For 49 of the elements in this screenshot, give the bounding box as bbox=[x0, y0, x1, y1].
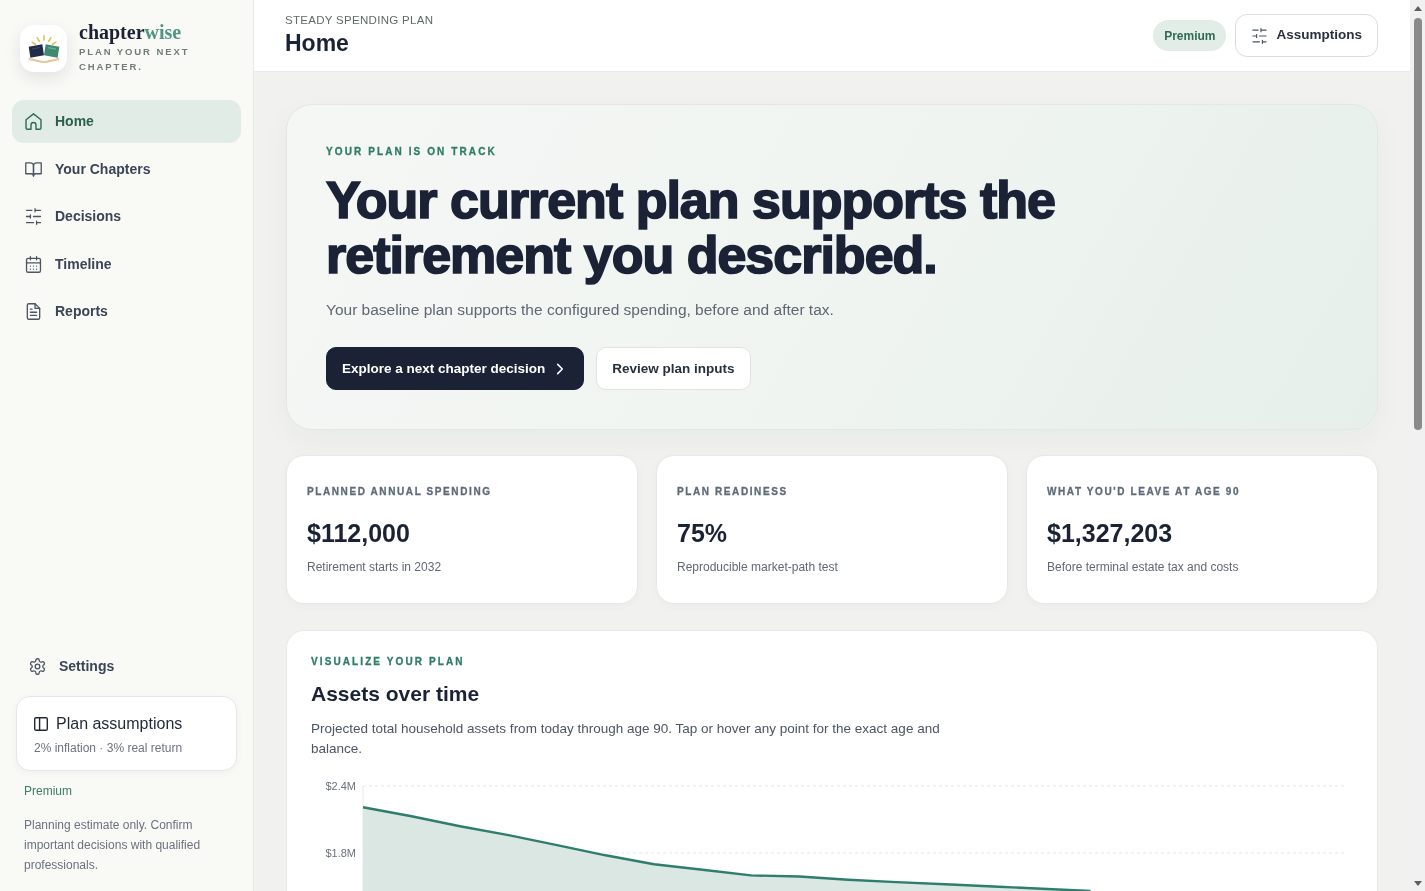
hero-text: Your baseline plan supports the configured spending, before and after tax. bbox=[326, 300, 834, 320]
calendar-icon bbox=[25, 255, 42, 273]
disclaimer-text: Planning estimate only. Confirm important decisions with qualified professionals. bbox=[24, 817, 202, 874]
stat-value: $1,327,203 bbox=[1047, 518, 1173, 549]
plan-assumptions-card[interactable]: Plan assumptions 2% inflation · 3% real return bbox=[16, 696, 237, 771]
premium-badge: Premium bbox=[1153, 20, 1227, 51]
hero-headline: Your current plan supports the retirement you described. bbox=[326, 173, 1056, 283]
stat-label: PLAN READINESS bbox=[677, 485, 788, 499]
page-title: Home bbox=[285, 29, 349, 58]
columns-icon bbox=[34, 717, 48, 731]
axis-label: $2.4M bbox=[325, 780, 356, 792]
scroll-up-icon[interactable] bbox=[1413, 6, 1422, 11]
stat-label: WHAT YOU'D LEAVE AT AGE 90 bbox=[1047, 485, 1241, 499]
card-title: Plan assumptions bbox=[56, 714, 183, 734]
document-icon bbox=[25, 303, 42, 320]
nav-link[interactable]: Your Chapters bbox=[12, 147, 241, 191]
settings-icon bbox=[29, 657, 46, 675]
nav-link[interactable]: Home bbox=[12, 100, 241, 143]
axis-label: $1.8M bbox=[325, 847, 356, 859]
book-icon bbox=[25, 160, 42, 178]
chevron-right-icon bbox=[556, 362, 565, 375]
stat-note: Retirement starts in 2032 bbox=[307, 559, 442, 576]
nav-link[interactable]: Timeline bbox=[12, 242, 241, 286]
scrollbar-thumb[interactable] bbox=[1413, 18, 1422, 430]
nav-link[interactable]: Decisions bbox=[12, 195, 241, 238]
sliders-icon bbox=[1252, 27, 1268, 44]
nav-link[interactable]: Settings bbox=[16, 646, 237, 686]
brand-name: chapterwise bbox=[79, 21, 182, 43]
page-eyebrow: STEADY SPENDING PLAN bbox=[285, 13, 434, 28]
chart-description: Projected total household assets from today through age 90. Tap or hover any point for the exact age and balance. bbox=[311, 720, 941, 758]
stat-note: Before terminal estate tax and costs bbox=[1047, 559, 1239, 576]
nav-link[interactable]: Reports bbox=[12, 290, 241, 333]
stat-value: 75% bbox=[677, 518, 728, 549]
assumptions-button[interactable]: Assumptions bbox=[1235, 14, 1378, 57]
sliders-icon bbox=[25, 208, 42, 225]
card-subtitle: 2% inflation · 3% real return bbox=[34, 740, 183, 756]
scroll-down-icon[interactable] bbox=[1413, 881, 1422, 886]
chart-eyebrow: VISUALIZE YOUR PLAN bbox=[311, 655, 465, 669]
stat-label: PLANNED ANNUAL SPENDING bbox=[307, 485, 492, 499]
hero-eyebrow: YOUR PLAN IS ON TRACK bbox=[326, 145, 497, 159]
plan-tier-label: Premium bbox=[24, 783, 72, 799]
primary-action-button[interactable]: Explore a next chapter decision bbox=[326, 347, 585, 390]
stat-note: Reproducible market-path test bbox=[677, 559, 838, 576]
home-icon bbox=[25, 113, 42, 130]
chart-title: Assets over time bbox=[311, 681, 480, 707]
logo-icon bbox=[20, 25, 67, 72]
stat-value: $112,000 bbox=[307, 518, 410, 549]
secondary-action-button[interactable]: Review plan inputs bbox=[596, 347, 751, 390]
brand-tagline: PLAN YOUR NEXT CHAPTER. bbox=[79, 45, 191, 74]
